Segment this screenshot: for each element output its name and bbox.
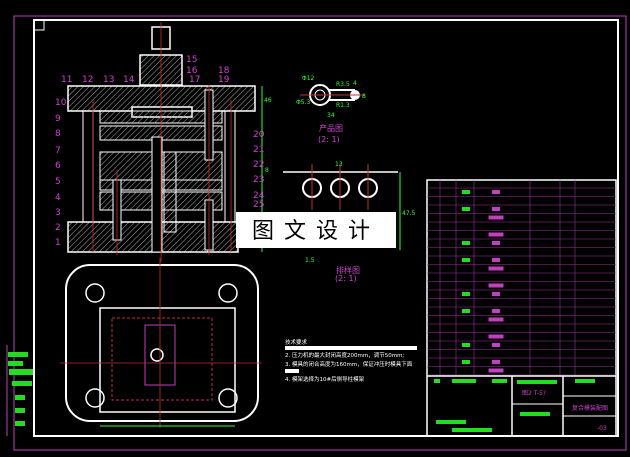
table-cell-text <box>488 266 504 271</box>
table-cell-text <box>488 368 504 373</box>
table-cell-text <box>462 258 470 262</box>
part-label: 7 <box>55 146 61 156</box>
side-code-strip <box>6 345 33 436</box>
cad-drawing: 46 8 1 2 3 4 5 6 7 8 9 10 11 12 13 14 15… <box>6 15 627 451</box>
table-cell-text <box>492 309 500 313</box>
title-block-cell <box>434 379 440 383</box>
part-label: 22 <box>253 160 264 170</box>
dim-label: 47.5 <box>402 210 416 217</box>
table-cell-text <box>492 292 500 296</box>
product-view-scale: (2: 1) <box>318 135 340 144</box>
frame-corner <box>33 19 45 31</box>
title-block-cell <box>492 379 507 383</box>
part-label: 2 <box>55 223 61 233</box>
part-label: 6 <box>55 161 61 171</box>
table-cell-text <box>492 258 500 262</box>
part-label: 20 <box>253 130 265 140</box>
table-cell-text <box>462 207 470 211</box>
watermark: 图文设计 <box>236 212 396 248</box>
part-label: 9 <box>55 114 61 124</box>
title-block-code: -03 <box>597 425 607 432</box>
part-label: 17 <box>189 75 200 85</box>
dim-label: 13 <box>335 161 343 168</box>
table-cell-text <box>492 207 500 211</box>
part-label: 3 <box>55 208 61 218</box>
part-label: 19 <box>218 75 230 85</box>
product-view-title: 产品图 <box>319 123 343 133</box>
dim-label: Φ12 <box>302 75 315 82</box>
dim-label: 8 <box>362 93 366 100</box>
parts-list-table: 图2 T-5? 复合模装配图 -03 <box>426 179 617 437</box>
table-cell-text <box>488 232 504 237</box>
table-cell-text <box>462 241 470 245</box>
product-view: Φ12 R3.5 Φ5.3 R1.3 34 4 8 产品图 (2: 1) <box>296 75 366 144</box>
part-label: 14 <box>123 75 135 85</box>
strip-view-scale: (2: 1) <box>335 274 357 283</box>
technical-notes: 技术要求 2. 压力机的最大封闭高度200mm，调节50mm; 3. 模具的闭合… <box>285 338 417 383</box>
dim-label: 1.5 <box>305 257 315 264</box>
title-block-cell <box>575 379 595 383</box>
part-label: 4 <box>55 193 61 203</box>
dim-label: R1.3 <box>336 102 350 109</box>
table-cell-text <box>492 241 500 245</box>
table-cell-text <box>488 283 504 288</box>
title-block-cell <box>436 420 466 424</box>
table-cell-text <box>462 292 470 296</box>
tech-note-item: 4. 模架选择为10#后侧导柱模架 <box>285 375 365 383</box>
dim-label: 34 <box>327 112 335 119</box>
part-label: 5 <box>55 177 61 187</box>
table-cell-text <box>462 190 470 194</box>
tech-note-item: 3. 模具的闭合高度为160mm，保证冲压时模具下面 <box>285 360 413 368</box>
dim-label: Φ5.3 <box>296 99 310 106</box>
title-block-cell <box>452 428 492 432</box>
table-cell-text <box>462 309 470 313</box>
title-block-cell <box>452 379 476 383</box>
watermark-text: 图文设计 <box>252 219 380 244</box>
dim-46: 46 <box>264 97 272 104</box>
tech-notes-title: 技术要求 <box>285 338 308 346</box>
table-cell-text <box>492 190 500 194</box>
part-label: 25 <box>253 200 264 210</box>
part-label: 1 <box>55 238 61 248</box>
part-label: 12 <box>82 75 93 85</box>
title-block-cell <box>520 412 550 416</box>
table-cell-text <box>492 360 500 364</box>
dim-height: 8 <box>265 167 269 174</box>
part-label: 23 <box>253 175 264 185</box>
table-cell-text <box>488 215 504 220</box>
table-cell-text <box>492 343 500 347</box>
table-cell-text <box>462 360 470 364</box>
part-label: 11 <box>61 75 72 85</box>
tech-note-item: 2. 压力机的最大封闭高度200mm，调节50mm; <box>285 351 404 359</box>
part-label: 8 <box>55 129 61 139</box>
part-label: 13 <box>103 75 114 85</box>
table-cell-text <box>488 334 504 339</box>
title-block-scale: 图2 T-5? <box>522 390 546 397</box>
part-label: 21 <box>253 145 264 155</box>
dim-label: 4 <box>353 80 357 87</box>
table-cell-text <box>488 317 504 322</box>
title-block-cell <box>517 380 557 384</box>
dim-label: R3.5 <box>336 81 350 88</box>
table-cell-text <box>462 343 470 347</box>
part-label: 10 <box>55 98 67 108</box>
part-label: 15 <box>186 55 197 65</box>
title-block-drawing-name: 复合模装配图 <box>572 404 608 412</box>
plan-view <box>60 258 262 428</box>
